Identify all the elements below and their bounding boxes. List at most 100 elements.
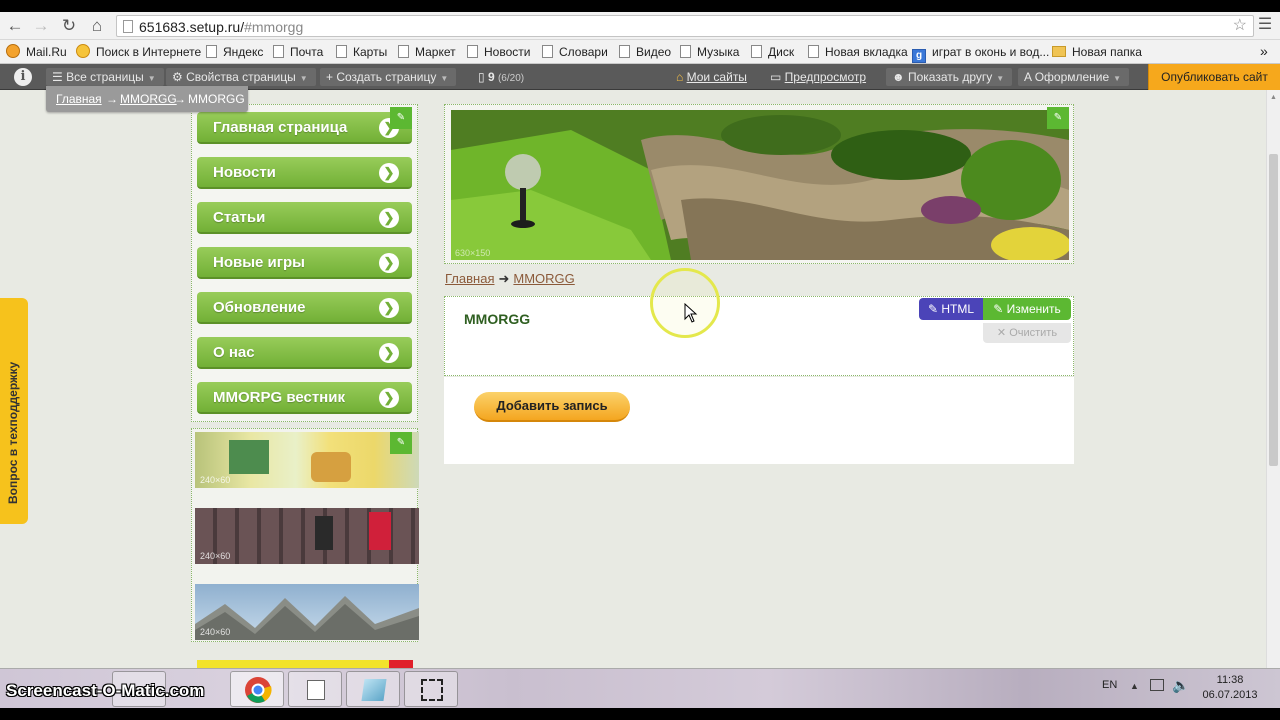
image-size-label: 240×60: [200, 475, 231, 485]
users-icon: ☻: [892, 70, 908, 84]
bookmark-karty[interactable]: Карты: [336, 44, 387, 60]
bookmark-yandex[interactable]: Яндекс: [206, 44, 263, 60]
bookmark-market[interactable]: Маркет: [398, 44, 456, 60]
bookmark-new-folder[interactable]: Новая папка: [1052, 44, 1142, 60]
bookmark-novosti[interactable]: Новости: [467, 44, 530, 60]
my-sites-link[interactable]: ⌂ Мои сайты: [676, 68, 747, 86]
bookmark-pochta[interactable]: Почта: [273, 44, 323, 60]
browser-menu-icon[interactable]: ☰: [1256, 16, 1274, 34]
gallery-image-interior[interactable]: 240×60: [195, 432, 419, 488]
taskbar-chrome[interactable]: [230, 671, 284, 707]
back-arrow-icon[interactable]: ←: [4, 16, 26, 36]
forward-arrow-icon[interactable]: →: [30, 16, 52, 36]
bookmark-mailru[interactable]: Mail.Ru: [6, 44, 67, 60]
create-page-dropdown[interactable]: + Создать страницу ▼: [320, 68, 457, 86]
home-icon: ⌂: [676, 70, 687, 84]
support-tab-label: Вопрос в техподдержку: [6, 361, 20, 504]
caret-down-icon: ▼: [440, 74, 449, 83]
chevron-right-icon: ❯: [379, 298, 399, 318]
caret-down-icon: ▼: [299, 74, 308, 83]
add-record-button[interactable]: Добавить запись: [474, 392, 630, 422]
clear-button[interactable]: ✕ Очистить: [983, 323, 1071, 343]
bookmark-disk[interactable]: Диск: [751, 44, 794, 60]
sidebar-item-home[interactable]: Главная страница ❯: [197, 112, 412, 144]
arrow-right-icon: →: [174, 92, 186, 106]
url-text: 651683.setup.ru/#mmorgg: [139, 19, 304, 35]
monitor-icon: ▭: [770, 70, 785, 84]
bookmark-game[interactable]: g играт в оконь и вод...: [912, 44, 1049, 63]
google-icon: g: [912, 49, 926, 63]
page-icon: [206, 45, 217, 58]
tray-expand-icon[interactable]: ▲: [1130, 681, 1139, 691]
sidebar-item-news[interactable]: Новости ❯: [197, 157, 412, 189]
browser-address-bar: ← → ↻ ⌂ 651683.setup.ru/#mmorgg ☆ ☰: [0, 12, 1280, 40]
sidebar-item-mmorpg-news[interactable]: MMORPG вестник ❯: [197, 382, 412, 414]
scroll-up-icon[interactable]: ▲: [1270, 94, 1277, 101]
sidebar-item-about[interactable]: О нас ❯: [197, 337, 412, 369]
chevron-right-icon: ❯: [379, 163, 399, 183]
chevron-right-icon: ❯: [379, 208, 399, 228]
bookmarks-bar: Mail.Ru Поиск в Интернете Яндекс Почта К…: [0, 40, 1280, 64]
tooltip-section-link[interactable]: MMORGG: [120, 92, 177, 106]
language-indicator[interactable]: EN: [1102, 679, 1117, 691]
bookmark-search[interactable]: Поиск в Интернете: [76, 44, 201, 60]
info-icon[interactable]: i: [14, 68, 32, 86]
close-icon: ✕: [996, 327, 1010, 339]
gallery-image-roof[interactable]: 240×60: [195, 584, 419, 640]
tooltip-current: MMORGG: [188, 92, 245, 106]
html-button[interactable]: ✎ HTML: [919, 298, 983, 320]
bookmark-slovari[interactable]: Словари: [542, 44, 608, 60]
chevron-right-icon: ❯: [379, 388, 399, 408]
list-icon: ☰: [52, 70, 67, 84]
url-input[interactable]: 651683.setup.ru/#mmorgg ☆: [116, 15, 1254, 37]
bookmark-video[interactable]: Видео: [619, 44, 671, 60]
reload-icon[interactable]: ↻: [58, 16, 80, 36]
preview-link[interactable]: ▭ Предпросмотр: [770, 68, 866, 86]
breadcrumb-home-link[interactable]: Главная: [445, 271, 494, 286]
sidebar-item-articles[interactable]: Статьи ❯: [197, 202, 412, 234]
header-banner-block: 630×150 ✎: [444, 104, 1074, 264]
edit-pencil-icon[interactable]: ✎: [1047, 107, 1069, 129]
mouse-pointer-icon: [684, 303, 698, 323]
all-pages-dropdown[interactable]: ☰ Все страницы ▼: [46, 68, 164, 86]
caret-down-icon: ▼: [1113, 74, 1122, 83]
banner-image-garden[interactable]: 630×150: [451, 110, 1069, 260]
show-friend-dropdown[interactable]: ☻ Показать другу ▼: [886, 68, 1013, 86]
bookmark-muzyka[interactable]: Музыка: [680, 44, 739, 60]
system-clock[interactable]: 11:38 06.07.2013: [1196, 673, 1264, 703]
content-block: Добавить запись: [444, 377, 1074, 464]
publish-site-button[interactable]: Опубликовать сайт: [1148, 64, 1280, 90]
home-icon[interactable]: ⌂: [86, 16, 108, 36]
breadcrumb-current-link[interactable]: MMORGG: [513, 271, 574, 286]
page-icon: [273, 45, 284, 58]
taskbar-app-4[interactable]: [346, 671, 400, 707]
sidebar-item-update[interactable]: Обновление ❯: [197, 292, 412, 324]
taskbar-capture[interactable]: [404, 671, 458, 707]
tooltip-home-link[interactable]: Главная: [56, 92, 102, 106]
bookmark-star-icon[interactable]: ☆: [1233, 16, 1247, 36]
windows-taskbar: Screencast-O-Matic.com EN ▲ 🔈 11:38 06.07…: [0, 668, 1280, 708]
scrollbar-thumb[interactable]: [1269, 154, 1278, 466]
page-icon: [619, 45, 630, 58]
sidebar-item-new-games[interactable]: Новые игры ❯: [197, 247, 412, 279]
page-scrollbar[interactable]: ▲: [1266, 90, 1280, 668]
edit-pencil-icon[interactable]: ✎: [390, 107, 412, 129]
chevron-right-icon: ❯: [379, 343, 399, 363]
page-properties-dropdown[interactable]: ⚙ Свойства страницы ▼: [166, 68, 316, 86]
arrow-right-icon: ➜: [498, 271, 510, 286]
design-dropdown[interactable]: A Оформление ▼: [1018, 68, 1130, 86]
image-detail: [311, 452, 351, 482]
more-bookmarks-icon[interactable]: »: [1260, 44, 1268, 60]
bookmark-new-tab[interactable]: Новая вкладка: [808, 44, 908, 60]
network-icon[interactable]: [1150, 679, 1164, 691]
edit-pencil-icon[interactable]: ✎: [390, 432, 412, 454]
edit-button[interactable]: ✎ Изменить: [983, 298, 1071, 320]
page-count: ▯ 9 (6/20): [478, 70, 525, 84]
volume-icon[interactable]: 🔈: [1172, 677, 1189, 694]
taskbar-notepad[interactable]: [288, 671, 342, 707]
page-icon: [751, 45, 762, 58]
page-icon: [336, 45, 347, 58]
gallery-image-facade[interactable]: 240×60: [195, 508, 419, 564]
support-question-tab[interactable]: Вопрос в техподдержку: [0, 298, 28, 524]
next-block-accent: [389, 660, 413, 668]
